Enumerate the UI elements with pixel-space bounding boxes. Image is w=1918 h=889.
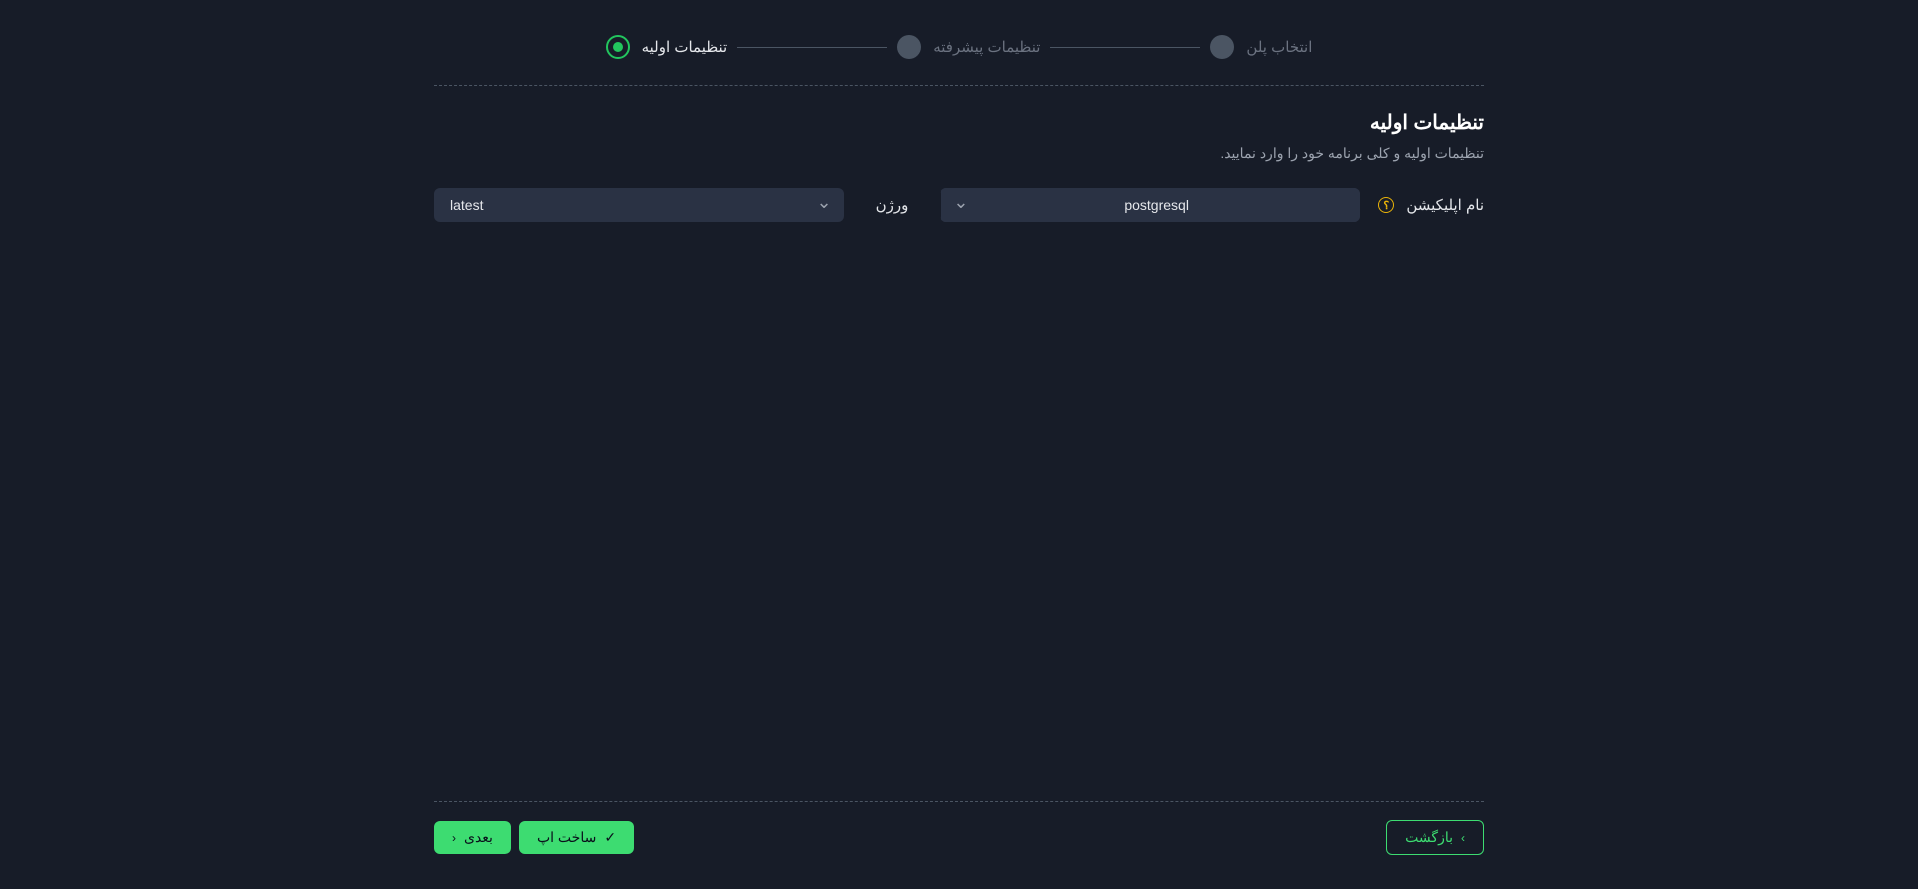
chevron-left-icon: ‹	[452, 831, 456, 845]
back-button-label: بازگشت	[1405, 829, 1453, 846]
help-icon[interactable]: ؟	[1378, 197, 1394, 213]
version-label: ورژن	[876, 196, 909, 214]
page-container: تنظیمات اولیه تنظیمات پیشرفته انتخاب پلن…	[434, 0, 1484, 889]
divider	[434, 801, 1484, 802]
form-row: نام اپلیکیشن ؟ ورژن latest	[434, 188, 1484, 222]
divider	[434, 85, 1484, 86]
step-initial-settings: تنظیمات اولیه	[606, 35, 728, 59]
footer: › بازگشت ✓ ساخت اپ بعدی ‹	[434, 820, 1484, 889]
version-select[interactable]: latest	[434, 188, 844, 222]
step-label: تنظیمات پیشرفته	[933, 38, 1040, 56]
footer-left: ✓ ساخت اپ بعدی ‹	[434, 821, 634, 854]
section-subtitle: تنظیمات اولیه و کلی برنامه خود را وارد ن…	[434, 145, 1484, 162]
version-value: latest	[450, 197, 483, 213]
step-label: تنظیمات اولیه	[642, 38, 728, 56]
app-name-input-wrapper	[940, 188, 1360, 222]
step-line	[737, 47, 887, 48]
app-name-group: نام اپلیکیشن ؟	[940, 188, 1484, 222]
back-button[interactable]: › بازگشت	[1386, 820, 1484, 855]
step-circle-active-icon	[606, 35, 630, 59]
step-advanced-settings: تنظیمات پیشرفته	[897, 35, 1040, 59]
stepper: تنظیمات اولیه تنظیمات پیشرفته انتخاب پلن	[434, 30, 1484, 79]
step-select-plan: انتخاب پلن	[1210, 35, 1312, 59]
step-circle-icon	[897, 35, 921, 59]
next-button-label: بعدی	[464, 829, 493, 846]
chevron-right-icon: ›	[1461, 831, 1465, 845]
next-button[interactable]: بعدی ‹	[434, 821, 511, 854]
app-name-label: نام اپلیکیشن	[1406, 196, 1484, 214]
section-title: تنظیمات اولیه	[434, 110, 1484, 135]
footer-right: › بازگشت	[1386, 820, 1484, 855]
create-button-label: ساخت اپ	[537, 829, 596, 846]
app-name-prefix-select[interactable]	[940, 188, 1110, 222]
app-name-input[interactable]	[1110, 188, 1360, 222]
step-label: انتخاب پلن	[1246, 38, 1312, 56]
content-area: تنظیمات اولیه تنظیمات اولیه و کلی برنامه…	[434, 110, 1484, 777]
create-app-button[interactable]: ✓ ساخت اپ	[519, 821, 634, 854]
check-icon: ✓	[604, 829, 616, 846]
step-circle-icon	[1210, 35, 1234, 59]
step-line	[1050, 47, 1200, 48]
